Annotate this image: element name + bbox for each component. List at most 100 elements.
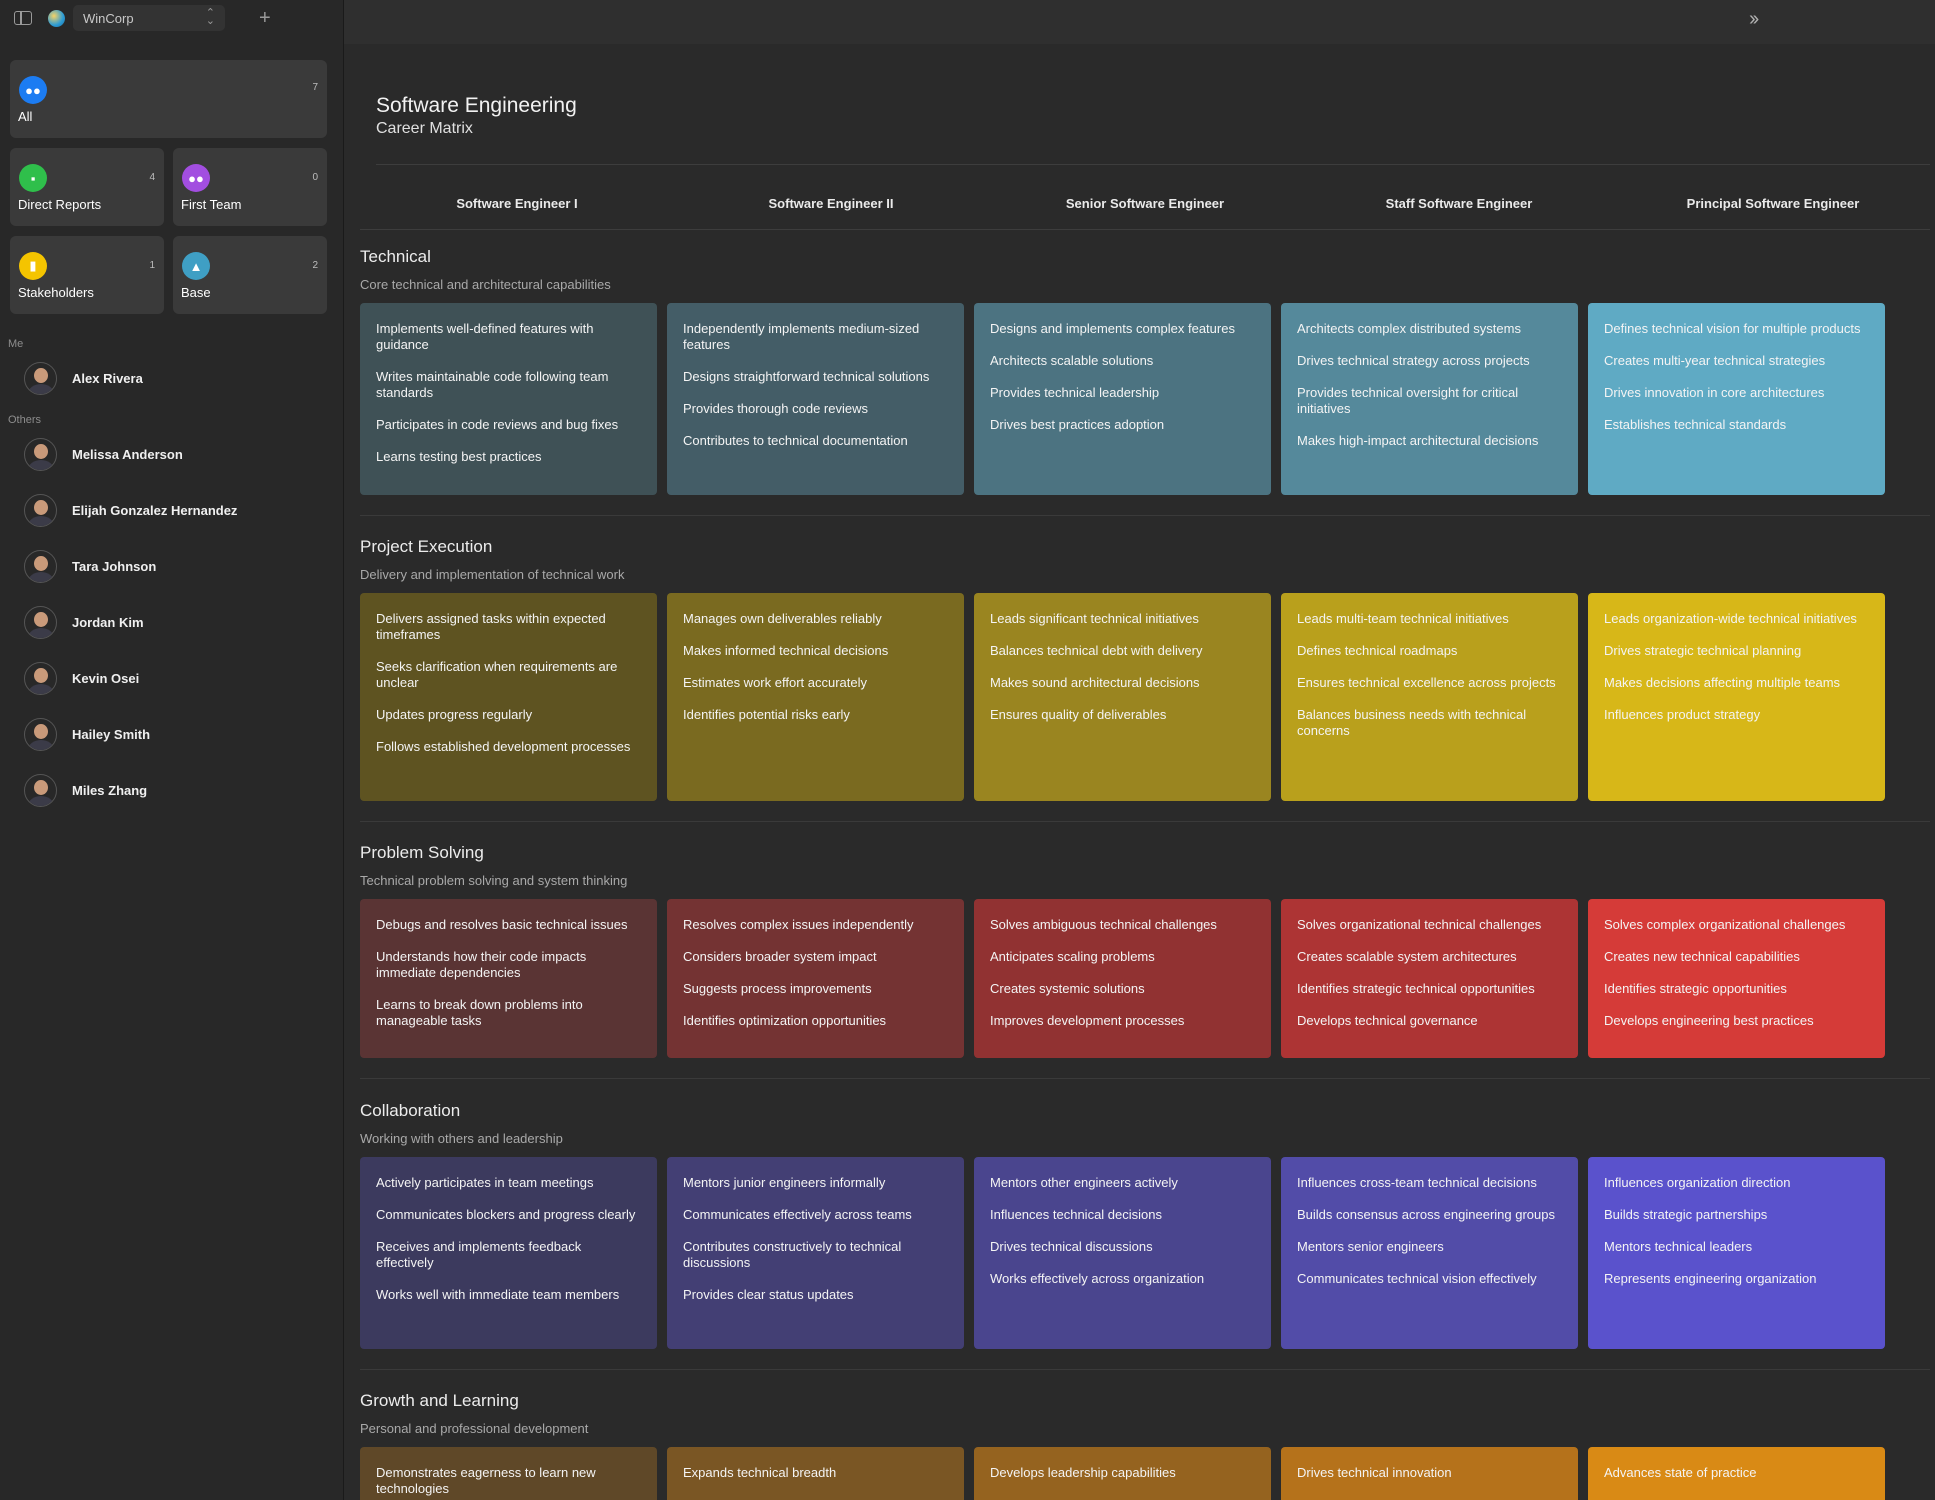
person-item[interactable]: Jordan Kim [0,594,343,650]
group-count: 7 [312,82,318,93]
category-title: Technical [360,247,431,266]
competency-item: Delivers assigned tasks within expected … [376,611,606,642]
person-item[interactable]: Tara Johnson [0,538,343,594]
main-toolbar: ›› [344,0,1935,44]
person-item[interactable]: Elijah Gonzalez Hernandez [0,482,343,538]
competency-item: Mentors other engineers actively [990,1175,1178,1190]
divider [376,164,1930,165]
competency-item: Creates scalable system architectures [1297,949,1517,964]
matrix-cell[interactable]: Influences organization direction Builds … [1588,1157,1885,1349]
competency-item: Builds consensus across engineering grou… [1297,1207,1555,1222]
competency-item: Develops engineering best practices [1604,1013,1814,1028]
competency-item: Demonstrates eagerness to learn new tech… [376,1465,596,1496]
competency-item: Influences product strategy [1604,707,1761,722]
level-header: Software Engineer II [768,196,894,211]
competency-item: Leads multi-team technical initiatives [1297,611,1509,626]
divider [360,1078,1930,1079]
matrix-cell[interactable]: Resolves complex issues independently Con… [667,899,964,1058]
matrix-cell[interactable]: Defines technical vision for multiple pr… [1588,303,1885,495]
competency-item: Leads significant technical initiatives [990,611,1199,626]
matrix-cell[interactable]: Implements well-defined features with gu… [360,303,657,495]
avatar [24,361,57,395]
competency-item: Improves development processes [990,1013,1185,1028]
others-section-label: Others [8,414,42,426]
person-item[interactable]: Miles Zhang [0,762,343,818]
person-name: Elijah Gonzalez Hernandez [72,502,238,518]
matrix-cell[interactable]: Actively participates in team meetings Co… [360,1157,657,1349]
group-count: 4 [149,172,155,183]
matrix-cell[interactable]: Leads significant technical initiatives B… [974,593,1271,801]
competency-item: Updates progress regularly [376,707,533,722]
group-label: Base [181,285,211,300]
category-title: Growth and Learning [360,1391,519,1410]
org-name: WinCorp [83,10,134,26]
group-card-stakeholders[interactable]: ▮ 1 Stakeholders [10,236,164,314]
level-header-row: Software Engineer I Software Engineer II S… [360,196,1930,211]
competency-item: Identifies potential risks early [683,707,850,722]
matrix-cell[interactable]: Delivers assigned tasks within expected … [360,593,657,801]
matrix-cell[interactable]: Mentors other engineers actively Influenc… [974,1157,1271,1349]
competency-item: Actively participates in team meetings [376,1175,594,1190]
matrix-cell[interactable]: Leads organization-wide technical initia… [1588,593,1885,801]
competency-item: Provides technical oversight for critica… [1297,385,1519,416]
matrix-cell[interactable]: Architects complex distributed systems Dr… [1281,303,1578,495]
competency-item: Ensures technical excellence across proj… [1297,675,1556,690]
matrix-cell[interactable]: Leads multi-team technical initiatives De… [1281,593,1578,801]
matrix-cell[interactable]: Manages own deliverables reliably Makes i… [667,593,964,801]
competency-item: Influences technical decisions [990,1207,1162,1222]
competency-item: Solves ambiguous technical challenges [990,917,1217,932]
competency-item: Suggests process improvements [683,981,872,996]
group-card-direct-reports[interactable]: ▪ 4 Direct Reports [10,148,164,226]
divider [360,1369,1930,1370]
competency-item: Provides thorough code reviews [683,401,868,416]
add-icon[interactable]: + [259,7,271,30]
matrix-cell[interactable]: Independently implements medium-sized fe… [667,303,964,495]
matrix-cell[interactable]: Drives technical innovation [1281,1447,1578,1500]
org-selector[interactable]: WinCorp ⌃ ⌄ [73,5,225,31]
category-description: Working with others and leadership [360,1131,563,1146]
expand-chevrons-icon[interactable]: ›› [1749,8,1759,31]
category-description: Core technical and architectural capabil… [360,277,611,292]
competency-item: Defines technical vision for multiple pr… [1604,321,1861,336]
matrix-cell[interactable]: Influences cross-team technical decision… [1281,1157,1578,1349]
competency-item: Advances state of practice [1604,1465,1757,1480]
me-section-label: Me [8,338,24,350]
group-label: All [18,109,33,124]
matrix-cell[interactable]: Designs and implements complex features A… [974,303,1271,495]
competency-item: Identifies strategic opportunities [1604,981,1787,996]
person-name: Alex Rivera [72,370,143,386]
competency-item: Resolves complex issues independently [683,917,914,932]
competency-item: Writes maintainable code following team … [376,369,609,400]
group-card-base[interactable]: ▲ 2 Base [173,236,327,314]
person-item-me[interactable]: Alex Rivera [0,350,343,406]
group-card-first-team[interactable]: ●● 0 First Team [173,148,327,226]
competency-item: Considers broader system impact [683,949,877,964]
matrix-cell[interactable]: Demonstrates eagerness to learn new tech… [360,1447,657,1500]
person-name: Jordan Kim [72,614,144,630]
matrix-cell[interactable]: Solves complex organizational challenges… [1588,899,1885,1058]
competency-item: Develops leadership capabilities [990,1465,1176,1480]
matrix-cell[interactable]: Advances state of practice [1588,1447,1885,1500]
level-header: Senior Software Engineer [1065,196,1225,211]
matrix-cell[interactable]: Debugs and resolves basic technical issu… [360,899,657,1058]
matrix-cell[interactable]: Mentors junior engineers informally Commu… [667,1157,964,1349]
people-icon: ●● [19,76,47,104]
person-item[interactable]: Kevin Osei [0,650,343,706]
matrix-cell[interactable]: Solves organizational technical challeng… [1281,899,1578,1058]
category-title: Problem Solving [360,843,484,862]
sidebar-toggle-icon[interactable] [14,11,32,25]
competency-item: Makes high-impact architectural decision… [1297,433,1539,448]
person-item[interactable]: Hailey Smith [0,706,343,762]
competency-item: Designs straightforward technical soluti… [683,369,930,384]
competency-item: Implements well-defined features with gu… [376,321,594,352]
matrix-cell[interactable]: Solves ambiguous technical challenges Ant… [974,899,1271,1058]
competency-item: Influences cross-team technical decision… [1297,1175,1537,1190]
matrix-cell[interactable]: Develops leadership capabilities [974,1447,1271,1500]
competency-item: Expands technical breadth [683,1465,837,1480]
group-card-all[interactable]: ●● 7 All [10,60,327,138]
competency-item: Balances technical debt with delivery [990,643,1203,658]
matrix-cell[interactable]: Expands technical breadth [667,1447,964,1500]
competency-item: Estimates work effort accurately [683,675,867,690]
divider [360,229,1930,230]
person-item[interactable]: Melissa Anderson [0,426,343,482]
